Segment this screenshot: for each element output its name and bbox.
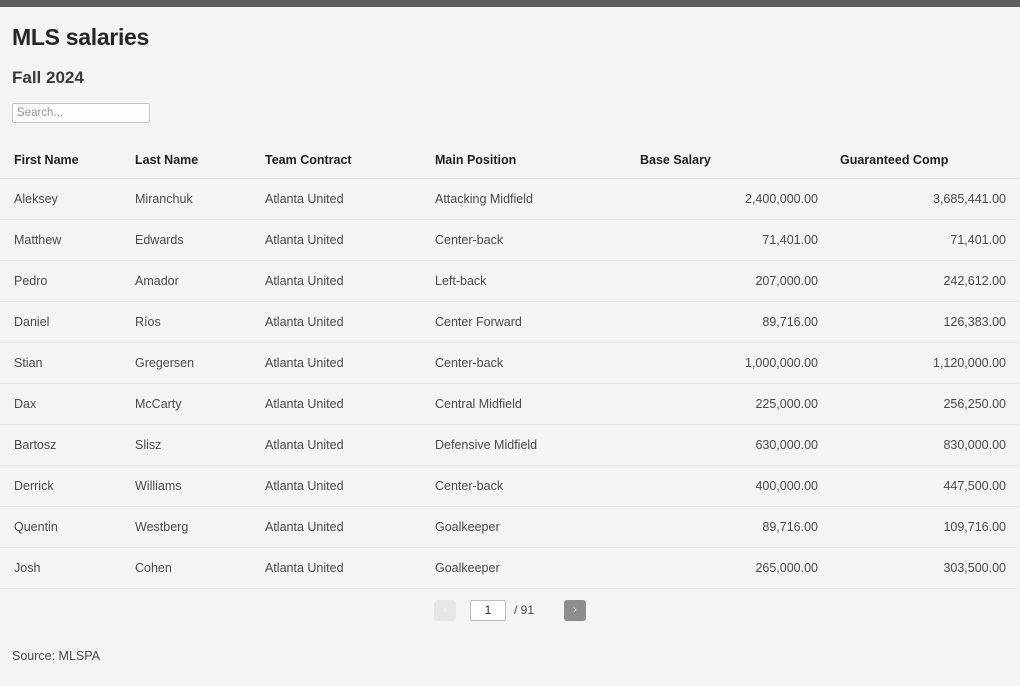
table-row[interactable]: Matthew Edwards Atlanta United Center-back 7… [0, 219, 1020, 261]
page-container: MLS salaries Fall 2024 First Name Last N… [0, 24, 1020, 663]
cell-last-name: Miranchuk [135, 178, 265, 220]
cell-main-position: Attacking Midfield [435, 178, 640, 220]
cell-base-salary: 89,716.00 [640, 301, 840, 343]
cell-team-contract: Atlanta United [265, 219, 435, 261]
column-header-guaranteed-comp[interactable]: Guaranteed Comp [840, 146, 1020, 179]
source-note: Source: MLSPA [12, 648, 101, 663]
cell-last-name: Williams [135, 465, 265, 507]
table-row[interactable]: Quentin Westberg Atlanta United Goalkeeper 8… [0, 506, 1020, 548]
salaries-table: First Name Last Name Team Contract Main … [0, 146, 1020, 589]
table-row[interactable]: Pedro Amador Atlanta United Left-back 207,00… [0, 260, 1020, 302]
cell-guaranteed-comp: 242,612.00 [840, 260, 1020, 302]
cell-last-name: Westberg [135, 506, 265, 548]
table-header-row: First Name Last Name Team Contract Main … [0, 146, 1020, 179]
search-container [12, 102, 1020, 123]
cell-base-salary: 400,000.00 [640, 465, 840, 507]
column-header-main-position[interactable]: Main Position [435, 146, 640, 179]
top-bar [0, 0, 1020, 7]
column-header-base-salary[interactable]: Base Salary [640, 146, 840, 179]
cell-guaranteed-comp: 126,383.00 [840, 301, 1020, 343]
table-row[interactable]: Bartosz Slisz Atlanta United Defensive Midf… [0, 424, 1020, 466]
cell-last-name: Ríos [135, 301, 265, 343]
table-row[interactable]: Dax McCarty Atlanta United Central Midfield… [0, 383, 1020, 425]
page-subtitle: Fall 2024 [12, 68, 84, 88]
column-header-last-name[interactable]: Last Name [135, 146, 265, 179]
cell-last-name: Amador [135, 260, 265, 302]
cell-main-position: Central Midfield [435, 383, 640, 425]
cell-guaranteed-comp: 830,000.00 [840, 424, 1020, 466]
cell-team-contract: Atlanta United [265, 301, 435, 343]
previous-page-button[interactable]: ‹ [433, 599, 456, 621]
table-header: First Name Last Name Team Contract Main … [0, 146, 1020, 179]
cell-last-name: Gregersen [135, 342, 265, 384]
table-row[interactable]: Josh Cohen Atlanta United Goalkeeper 265,000… [0, 547, 1020, 589]
cell-base-salary: 1,000,000.00 [640, 342, 840, 384]
cell-first-name: Quentin [0, 506, 135, 548]
cell-first-name: Bartosz [0, 424, 135, 466]
cell-guaranteed-comp: 1,120,000.00 [840, 342, 1020, 384]
cell-last-name: Slisz [135, 424, 265, 466]
cell-main-position: Center-back [435, 219, 640, 261]
cell-last-name: McCarty [135, 383, 265, 425]
table-row[interactable]: Derrick Williams Atlanta United Center-back… [0, 465, 1020, 507]
cell-guaranteed-comp: 447,500.00 [840, 465, 1020, 507]
cell-first-name: Derrick [0, 465, 135, 507]
next-page-button[interactable]: › [564, 599, 586, 621]
search-input[interactable] [12, 102, 150, 123]
cell-first-name: Matthew [0, 219, 135, 261]
cell-guaranteed-comp: 303,500.00 [840, 547, 1020, 589]
cell-team-contract: Atlanta United [265, 260, 435, 302]
cell-first-name: Dax [0, 383, 135, 425]
table-row[interactable]: Daniel Ríos Atlanta United Center Forward 89… [0, 301, 1020, 343]
cell-first-name: Pedro [0, 260, 135, 302]
pagination: ‹ / 91 › [0, 599, 1020, 621]
cell-first-name: Daniel [0, 301, 135, 343]
cell-guaranteed-comp: 71,401.00 [840, 219, 1020, 261]
cell-last-name: Cohen [135, 547, 265, 589]
cell-main-position: Center-back [435, 342, 640, 384]
cell-first-name: Aleksey [0, 178, 135, 220]
page-number-input[interactable] [469, 599, 506, 621]
cell-team-contract: Atlanta United [265, 506, 435, 548]
cell-base-salary: 630,000.00 [640, 424, 840, 466]
cell-base-salary: 2,400,000.00 [640, 178, 840, 220]
cell-first-name: Stian [0, 342, 135, 384]
cell-main-position: Goalkeeper [435, 506, 640, 548]
cell-last-name: Edwards [135, 219, 265, 261]
cell-team-contract: Atlanta United [265, 465, 435, 507]
cell-main-position: Goalkeeper [435, 547, 640, 589]
cell-base-salary: 89,716.00 [640, 506, 840, 548]
column-header-first-name[interactable]: First Name [0, 146, 135, 179]
page-title: MLS salaries [12, 24, 150, 50]
cell-main-position: Left-back [435, 260, 640, 302]
cell-team-contract: Atlanta United [265, 547, 435, 589]
cell-team-contract: Atlanta United [265, 424, 435, 466]
cell-guaranteed-comp: 3,685,441.00 [840, 178, 1020, 220]
cell-team-contract: Atlanta United [265, 383, 435, 425]
cell-base-salary: 71,401.00 [640, 219, 840, 261]
table-body: Aleksey Miranchuk Atlanta United Attacking … [0, 178, 1020, 589]
table-row[interactable]: Stian Gregersen Atlanta United Center-back 1… [0, 342, 1020, 384]
table-row[interactable]: Aleksey Miranchuk Atlanta United Attacking … [0, 178, 1020, 220]
cell-guaranteed-comp: 109,716.00 [840, 506, 1020, 548]
cell-guaranteed-comp: 256,250.00 [840, 383, 1020, 425]
cell-main-position: Center Forward [435, 301, 640, 343]
column-header-team-contract[interactable]: Team Contract [265, 146, 435, 179]
cell-team-contract: Atlanta United [265, 178, 435, 220]
cell-team-contract: Atlanta United [265, 342, 435, 384]
total-pages-label: / 91 [513, 603, 534, 618]
cell-first-name: Josh [0, 547, 135, 589]
cell-base-salary: 265,000.00 [640, 547, 840, 589]
cell-base-salary: 207,000.00 [640, 260, 840, 302]
cell-main-position: Defensive Midfield [435, 424, 640, 466]
cell-main-position: Center-back [435, 465, 640, 507]
cell-base-salary: 225,000.00 [640, 383, 840, 425]
